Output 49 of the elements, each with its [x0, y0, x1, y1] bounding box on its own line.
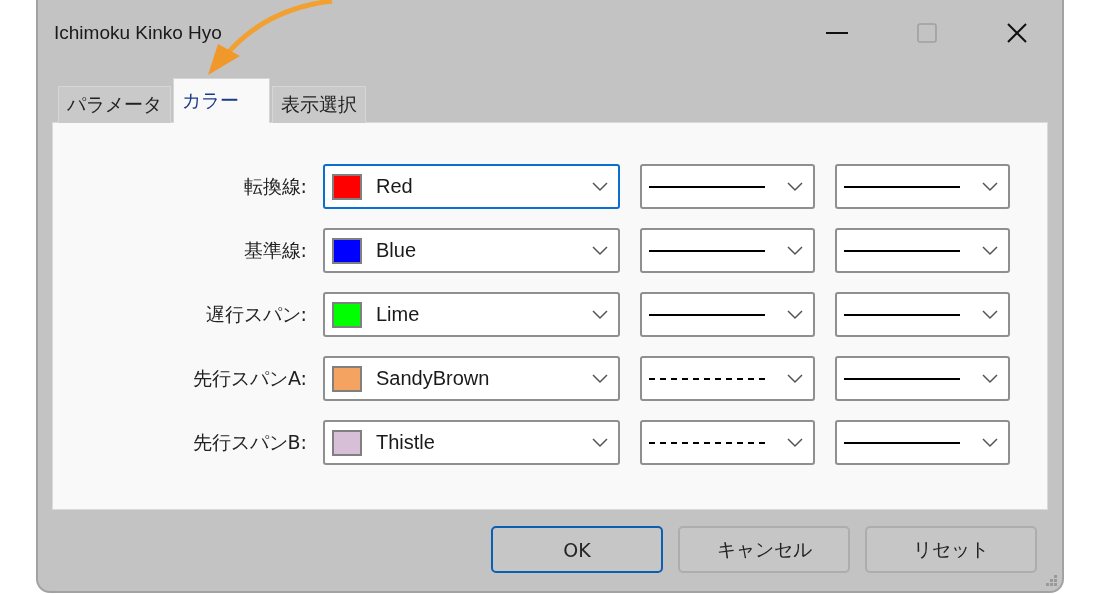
color-dropdown[interactable]: Blue	[323, 228, 620, 273]
color-dropdown[interactable]: Thistle	[323, 420, 620, 465]
resize-grip-icon	[1046, 575, 1058, 587]
color-name: Thistle	[376, 431, 436, 454]
color-name: SandyBrown	[376, 367, 491, 390]
chevron-down-icon	[982, 437, 998, 448]
row-label: 基準線:	[242, 237, 307, 263]
chevron-down-icon	[787, 437, 803, 448]
window-title: Ichimoku Kinko Hyo	[54, 22, 223, 44]
chevron-down-icon	[982, 181, 998, 192]
row-label: 先行スパンB:	[191, 429, 307, 455]
color-name: Red	[376, 175, 414, 198]
row-label: 遅行スパン:	[204, 301, 307, 327]
dialog-button[interactable]: キャンセル	[678, 526, 850, 573]
chevron-down-icon	[592, 373, 608, 384]
tab[interactable]: 表示選択	[272, 86, 366, 123]
tab[interactable]: カラー	[173, 78, 270, 123]
chevron-down-icon	[592, 245, 608, 256]
color-name: Blue	[376, 239, 418, 262]
line-style-dropdown[interactable]	[640, 292, 815, 337]
line-width-dropdown[interactable]	[835, 420, 1010, 465]
line-width-dropdown[interactable]	[835, 356, 1010, 401]
minimize-icon	[826, 32, 848, 34]
line-width-dropdown[interactable]	[835, 292, 1010, 337]
chevron-down-icon	[982, 373, 998, 384]
close-icon	[1007, 23, 1027, 43]
line-width-dropdown[interactable]	[835, 164, 1010, 209]
color-dropdown[interactable]: Lime	[323, 292, 620, 337]
color-dropdown[interactable]: Red	[323, 164, 620, 209]
chevron-down-icon	[592, 437, 608, 448]
line-style-dropdown[interactable]	[640, 228, 815, 273]
maximize-icon	[917, 23, 937, 43]
tab[interactable]: パラメータ	[58, 86, 171, 123]
color-dropdown[interactable]: SandyBrown	[323, 356, 620, 401]
row-label: 先行スパンA:	[191, 365, 307, 391]
chevron-down-icon	[982, 309, 998, 320]
chevron-down-icon	[787, 181, 803, 192]
color-name: Lime	[376, 303, 421, 326]
row-label: 転換線:	[242, 173, 307, 199]
line-style-dropdown[interactable]	[640, 164, 815, 209]
chevron-down-icon	[787, 309, 803, 320]
chevron-down-icon	[787, 373, 803, 384]
chevron-down-icon	[982, 245, 998, 256]
chevron-down-icon	[787, 245, 803, 256]
line-width-dropdown[interactable]	[835, 228, 1010, 273]
chevron-down-icon	[592, 309, 608, 320]
dialog-button[interactable]: OK	[491, 526, 663, 573]
chevron-down-icon	[592, 181, 608, 192]
dialog-button[interactable]: リセット	[865, 526, 1037, 573]
